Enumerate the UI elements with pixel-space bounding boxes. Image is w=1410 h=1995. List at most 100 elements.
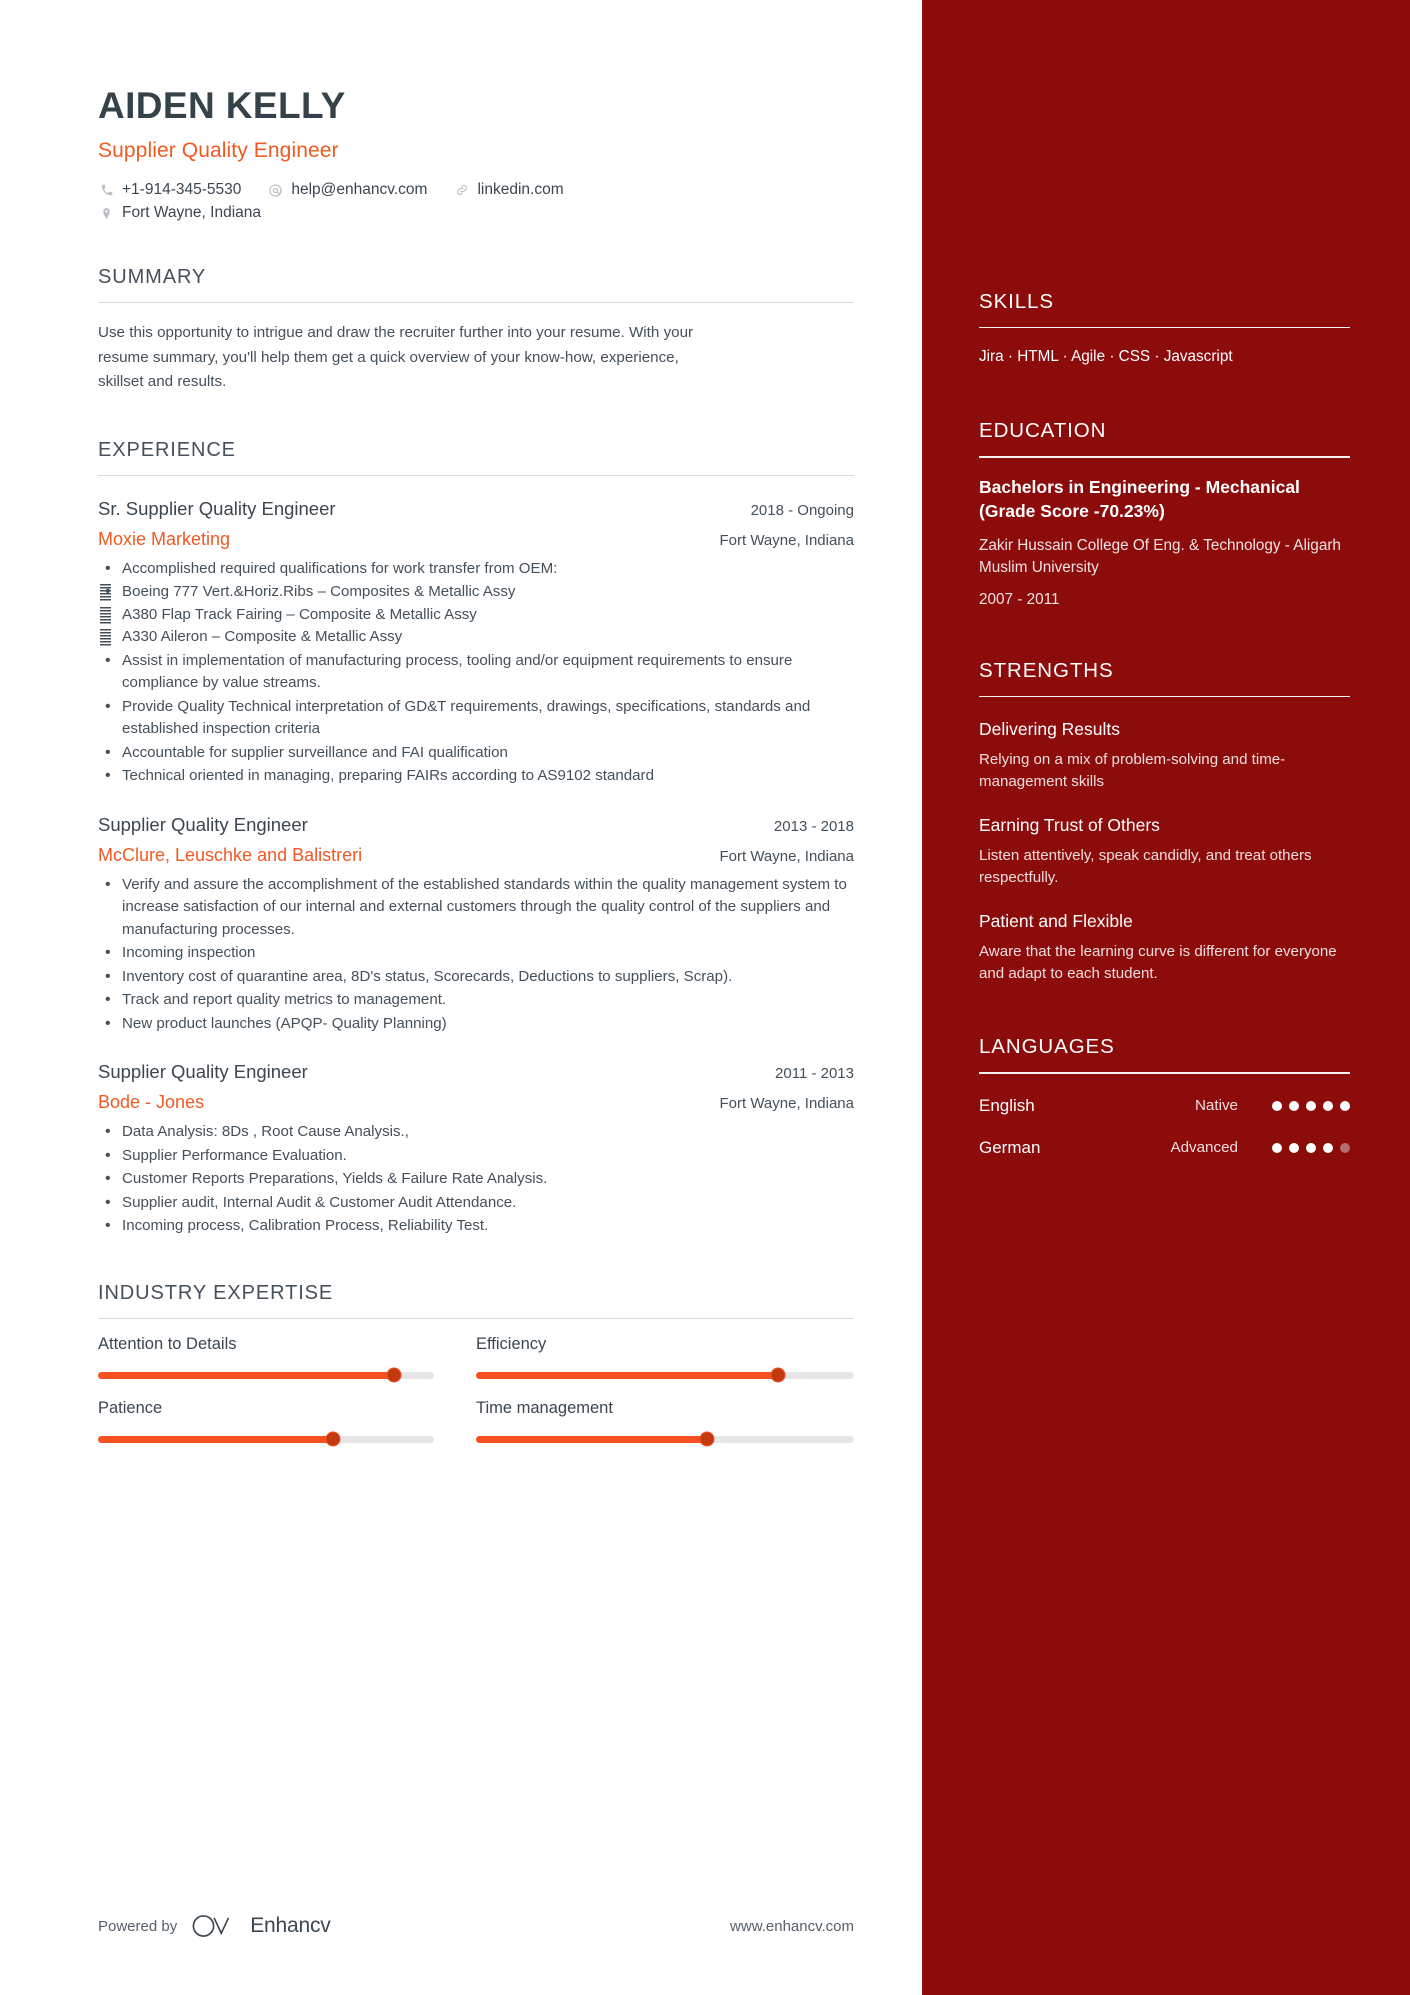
job-location: Fort Wayne, Indiana [719,847,854,865]
phone-icon [98,182,115,199]
barcode-bullet-icon [100,629,111,647]
expertise-slider-fill [476,1435,707,1443]
expertise-slider-knob[interactable] [699,1431,715,1447]
strength-description: Relying on a mix of problem-solving and … [979,751,1286,791]
barcode-bullet-icon [100,606,111,624]
expertise-slider[interactable] [476,1431,854,1447]
language-rating-dots [1260,1142,1350,1153]
contact-email-text: help@enhancv.com [291,181,428,198]
expertise-item: Patience [98,1399,476,1447]
job-bullet: Accomplished required qualifications for… [98,557,854,581]
education-section: EDUCATION Bachelors in Engineering - Mec… [979,419,1350,608]
enhancv-logo-icon [191,1913,241,1939]
strength-description: Listen attentively, speak candidly, and … [979,847,1312,887]
expertise-slider[interactable] [98,1431,434,1447]
industry-expertise-divider [98,1317,854,1319]
experience-header: Supplier Quality Engineer 2011 - 2013 [98,1061,854,1083]
contact-line-2: Fort Wayne, Indiana [98,204,854,222]
job-bullet-list: Data Analysis: 8Ds , Root Cause Analysis… [98,1120,854,1238]
job-bullet: Provide Quality Technical interpretation… [98,695,854,741]
rating-dot-filled [1340,1100,1350,1111]
expertise-slider[interactable] [98,1367,434,1383]
expertise-slider-knob[interactable] [770,1367,786,1383]
experience-header: Supplier Quality Engineer 2013 - 2018 [98,814,854,836]
job-bullet-list: Verify and assure the accomplishment of … [98,873,854,1036]
expertise-item: Attention to Details [98,1334,476,1383]
languages-divider [979,1072,1350,1074]
job-role: Supplier Quality Engineer [98,1061,308,1083]
resume-sidebar: SKILLS Jira · HTML · Agile · CSS · Javas… [922,0,1410,1995]
job-subbullet-group: Boeing 777 Vert.&Horiz.Ribs – Composites… [98,580,854,648]
industry-expertise-section-title: INDUSTRY EXPERTISE [98,1281,334,1304]
job-bullet: Incoming process, Calibration Process, R… [98,1214,854,1238]
language-name: English [979,1095,1035,1115]
strengths-section-title: STRENGTHS [979,658,1114,682]
language-level: Native [1194,1097,1238,1115]
job-bullet: Supplier Performance Evaluation. [98,1144,854,1168]
email-icon [267,182,284,199]
contact-phone-text: +1-914-345-5530 [122,181,242,198]
experience-section-title: EXPERIENCE [98,438,236,461]
job-bullet: Assist in implementation of manufacturin… [98,649,854,695]
contact-info: +1-914-345-5530 help@enhancv.com linkedi… [98,181,854,222]
contact-location: Fort Wayne, Indiana [98,204,261,222]
candidate-name: AIDEN KELLY [98,85,346,126]
contact-linkedin[interactable]: linkedin.com [453,181,564,199]
language-rating-dots [1260,1100,1350,1111]
job-subbullet: A330 Aileron – Composite & Metallic Assy [98,626,854,648]
contact-linkedin-text: linkedin.com [477,181,564,198]
expertise-item: Time management [476,1399,854,1447]
job-location: Fort Wayne, Indiana [719,531,854,549]
languages-section-title: LANGUAGES [979,1035,1115,1059]
industry-expertise-list: Attention to Details Efficiency Patience [98,1335,854,1463]
job-subbullet-text: A380 Flap Track Fairing – Composite & Me… [122,605,477,623]
rating-dot-filled [1272,1142,1282,1153]
education-degree: Bachelors in Engineering - Mechanical (G… [979,476,1300,521]
contact-email[interactable]: help@enhancv.com [267,181,427,199]
summary-section-title: SUMMARY [98,266,207,288]
skills-divider [979,327,1350,329]
expertise-slider-knob[interactable] [325,1431,341,1447]
education-divider [979,456,1350,458]
strength-title: Earning Trust of Others [979,815,1160,836]
job-bullet: Data Analysis: 8Ds , Root Cause Analysis… [98,1120,854,1144]
powered-by-block: Powered by Enhancv [98,1913,331,1939]
education-years: 2007 - 2011 [979,590,1060,608]
languages-section: LANGUAGES English Native German Advanced [979,1035,1350,1157]
experience-subheader: McClure, Leuschke and Balistreri Fort Wa… [98,845,854,866]
job-bullet: Verify and assure the accomplishment of … [98,873,854,941]
experience-item: Supplier Quality Engineer 2011 - 2013 Bo… [98,1061,854,1238]
enhancv-brand-name: Enhancv [250,1914,331,1937]
job-role: Supplier Quality Engineer [98,813,308,835]
experience-divider [98,474,854,476]
experience-item: Sr. Supplier Quality Engineer 2018 - Ong… [98,498,854,789]
job-dates: 2018 - Ongoing [750,501,854,519]
resume-page: AIDEN KELLY Supplier Quality Engineer +1… [0,0,1410,1995]
contact-phone[interactable]: +1-914-345-5530 [98,181,241,199]
contact-location-text: Fort Wayne, Indiana [122,204,261,221]
job-bullet: Accountable for supplier surveillance an… [98,741,854,765]
job-role: Sr. Supplier Quality Engineer [98,497,336,519]
expertise-slider-knob[interactable] [386,1367,402,1383]
strengths-section: STRENGTHS Delivering Results Relying on … [979,659,1350,986]
strength-item: Patient and Flexible Aware that the lear… [979,911,1350,985]
experience-header: Sr. Supplier Quality Engineer 2018 - Ong… [98,498,854,520]
rating-dot-filled [1323,1100,1333,1111]
job-subbullet: Boeing 777 Vert.&Horiz.Ribs – Composites… [98,581,854,603]
rating-dot-filled [1306,1100,1316,1111]
website-url: www.enhancv.com [730,1917,854,1935]
expertise-slider[interactable] [476,1367,854,1383]
rating-dot-empty [1340,1142,1350,1153]
expertise-label: Attention to Details [98,1334,237,1353]
page-footer: Powered by Enhancv www.enhancv.com [98,1913,854,1939]
job-bullet: Inventory cost of quarantine area, 8D's … [98,965,854,989]
strengths-divider [979,695,1350,698]
strength-title: Delivering Results [979,719,1121,740]
education-section-title: EDUCATION [979,419,1107,443]
expertise-slider-fill [476,1371,779,1379]
strength-description: Aware that the learning curve is differe… [979,943,1337,983]
summary-text: Use this opportunity to intrigue and dra… [98,324,694,391]
job-company: McClure, Leuschke and Balistreri [98,844,363,865]
strength-item: Earning Trust of Others Listen attentive… [979,815,1350,889]
strength-title: Patient and Flexible [979,911,1133,932]
